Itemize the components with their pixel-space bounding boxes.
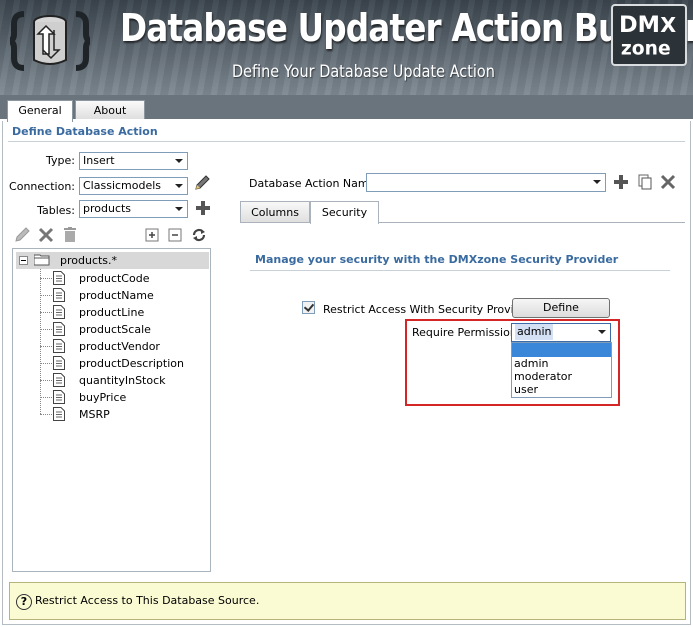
pencil-icon[interactable]: [193, 174, 211, 192]
action-name-label: Database Action Name:: [249, 177, 380, 190]
connection-select[interactable]: Classicmodels: [79, 177, 188, 195]
tree-item-label: productScale: [79, 323, 151, 336]
chevron-down-icon: [171, 153, 187, 169]
type-label: Type:: [46, 154, 75, 167]
help-icon: ?: [16, 594, 32, 610]
chevron-down-icon: [594, 324, 610, 340]
tree-item[interactable]: productVendor: [40, 338, 210, 355]
tree-item-label: quantityInStock: [79, 374, 166, 387]
expand-all-icon[interactable]: [143, 226, 161, 244]
svg-text:X: X: [660, 13, 676, 37]
folder-icon: [33, 254, 50, 266]
tab-divider: [240, 222, 685, 223]
tree-item-label: productDescription: [79, 357, 184, 370]
section-divider: [8, 141, 685, 142]
tab-security[interactable]: Security: [310, 201, 379, 224]
help-text: Restrict Access to This Database Source.: [35, 594, 260, 607]
tree-item[interactable]: productDescription: [40, 355, 210, 372]
document-icon: [53, 407, 65, 421]
tables-label: Tables:: [37, 204, 75, 217]
tree-root-item[interactable]: products.*: [16, 252, 209, 269]
document-icon: [53, 271, 65, 285]
tables-select[interactable]: products: [79, 200, 188, 218]
trash-icon[interactable]: [61, 226, 79, 244]
connection-label: Connection:: [9, 180, 75, 193]
tree-item[interactable]: productLine: [40, 304, 210, 321]
tab-columns[interactable]: Columns: [240, 201, 310, 223]
document-icon: [53, 339, 65, 353]
app-title: Database Updater Action Builder: [120, 6, 693, 50]
tree-root-label: products.*: [60, 254, 118, 267]
security-title: Manage your security with the DMXzone Se…: [255, 253, 619, 266]
permission-option-moderator[interactable]: moderator: [512, 370, 611, 383]
section-title: Define Database Action: [12, 125, 158, 138]
tables-select-value: products: [83, 202, 132, 215]
type-select-value: Insert: [83, 154, 115, 167]
add-table-icon[interactable]: [194, 199, 212, 217]
restrict-access-label: Restrict Access With Security Provider: [323, 303, 532, 316]
tree-item[interactable]: productCode: [40, 270, 210, 287]
document-icon: [53, 322, 65, 336]
help-bar: ? Restrict Access to This Database Sourc…: [9, 582, 686, 620]
tree-item[interactable]: MSRP: [40, 406, 210, 423]
permission-dropdown-list[interactable]: admin moderator user: [511, 342, 612, 398]
header-banner: Database Updater Action Builder Define Y…: [0, 0, 693, 95]
dropdown-highlight-row[interactable]: [512, 343, 611, 357]
document-icon: [53, 373, 65, 387]
define-button[interactable]: Define: [512, 298, 610, 318]
main-tab-bar: General About: [0, 95, 693, 122]
permission-option-user[interactable]: user: [512, 383, 611, 396]
document-icon: [53, 305, 65, 319]
document-icon: [53, 288, 65, 302]
dmxzone-logo: DM X zone: [611, 4, 687, 66]
tree-item[interactable]: quantityInStock: [40, 372, 210, 389]
collapse-all-icon[interactable]: [166, 226, 184, 244]
tree-item-label: buyPrice: [79, 391, 127, 404]
chevron-down-icon: [171, 201, 187, 217]
tree-item-label: productName: [79, 289, 154, 302]
tab-about[interactable]: About: [75, 100, 145, 121]
collapse-node-icon[interactable]: [19, 256, 28, 265]
tree-item-label: productCode: [79, 272, 150, 285]
tree-item[interactable]: buyPrice: [40, 389, 210, 406]
tree-item[interactable]: productName: [40, 287, 210, 304]
require-permission-select[interactable]: admin: [511, 323, 611, 342]
tab-general[interactable]: General: [7, 100, 73, 122]
database-update-icon: [7, 8, 93, 74]
delete-action-icon[interactable]: [659, 173, 677, 191]
document-icon: [53, 356, 65, 370]
restrict-access-checkbox[interactable]: [302, 301, 315, 314]
type-select[interactable]: Insert: [79, 152, 188, 170]
tree-item-label: productLine: [79, 306, 145, 319]
add-action-icon[interactable]: [612, 173, 630, 191]
svg-text:zone: zone: [621, 39, 671, 60]
delete-icon[interactable]: [37, 226, 55, 244]
edit-column-icon[interactable]: [13, 226, 31, 244]
chevron-down-icon: [171, 178, 187, 194]
copy-icon[interactable]: [636, 173, 654, 191]
tree-item-label: MSRP: [79, 408, 110, 421]
security-divider: [250, 270, 670, 271]
require-permission-label: Require Permission:: [412, 326, 521, 339]
permission-select-value: admin: [515, 324, 554, 340]
action-name-select[interactable]: [366, 173, 606, 192]
connection-select-value: Classicmodels: [83, 179, 162, 192]
refresh-icon[interactable]: [190, 226, 208, 244]
tree-item[interactable]: productScale: [40, 321, 210, 338]
permission-option-admin[interactable]: admin: [512, 357, 611, 370]
document-icon: [53, 390, 65, 404]
chevron-down-icon: [589, 174, 605, 190]
tree-item-label: productVendor: [79, 340, 160, 353]
svg-text:DM: DM: [619, 12, 660, 38]
app-subtitle: Define Your Database Update Action: [232, 62, 495, 82]
